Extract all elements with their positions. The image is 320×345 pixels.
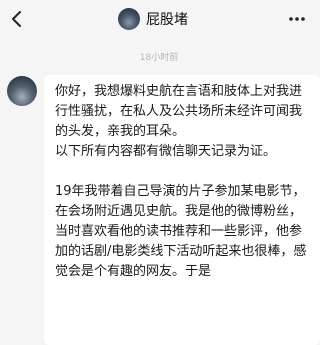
top-bar: 屁股堵 xyxy=(0,0,318,38)
message-text: 你好，我想爆料史航在言语和肢体上对我进行性骚扰，在私人及公共场所未经许可闻我的头… xyxy=(55,84,307,279)
contact-avatar[interactable] xyxy=(118,8,140,30)
sender-avatar[interactable] xyxy=(7,76,37,106)
more-dots-icon xyxy=(289,17,305,21)
more-button[interactable] xyxy=(284,6,310,32)
message-bubble[interactable]: 你好，我想爆料史航在言语和肢体上对我进行性骚扰，在私人及公共场所未经许可闻我的头… xyxy=(44,75,320,345)
chevron-left-icon xyxy=(12,11,21,27)
back-button[interactable] xyxy=(4,6,30,32)
chat-header[interactable]: 屁股堵 xyxy=(118,6,188,32)
contact-name: 屁股堵 xyxy=(146,12,188,28)
message-timestamp: 18小时前 xyxy=(139,53,179,63)
